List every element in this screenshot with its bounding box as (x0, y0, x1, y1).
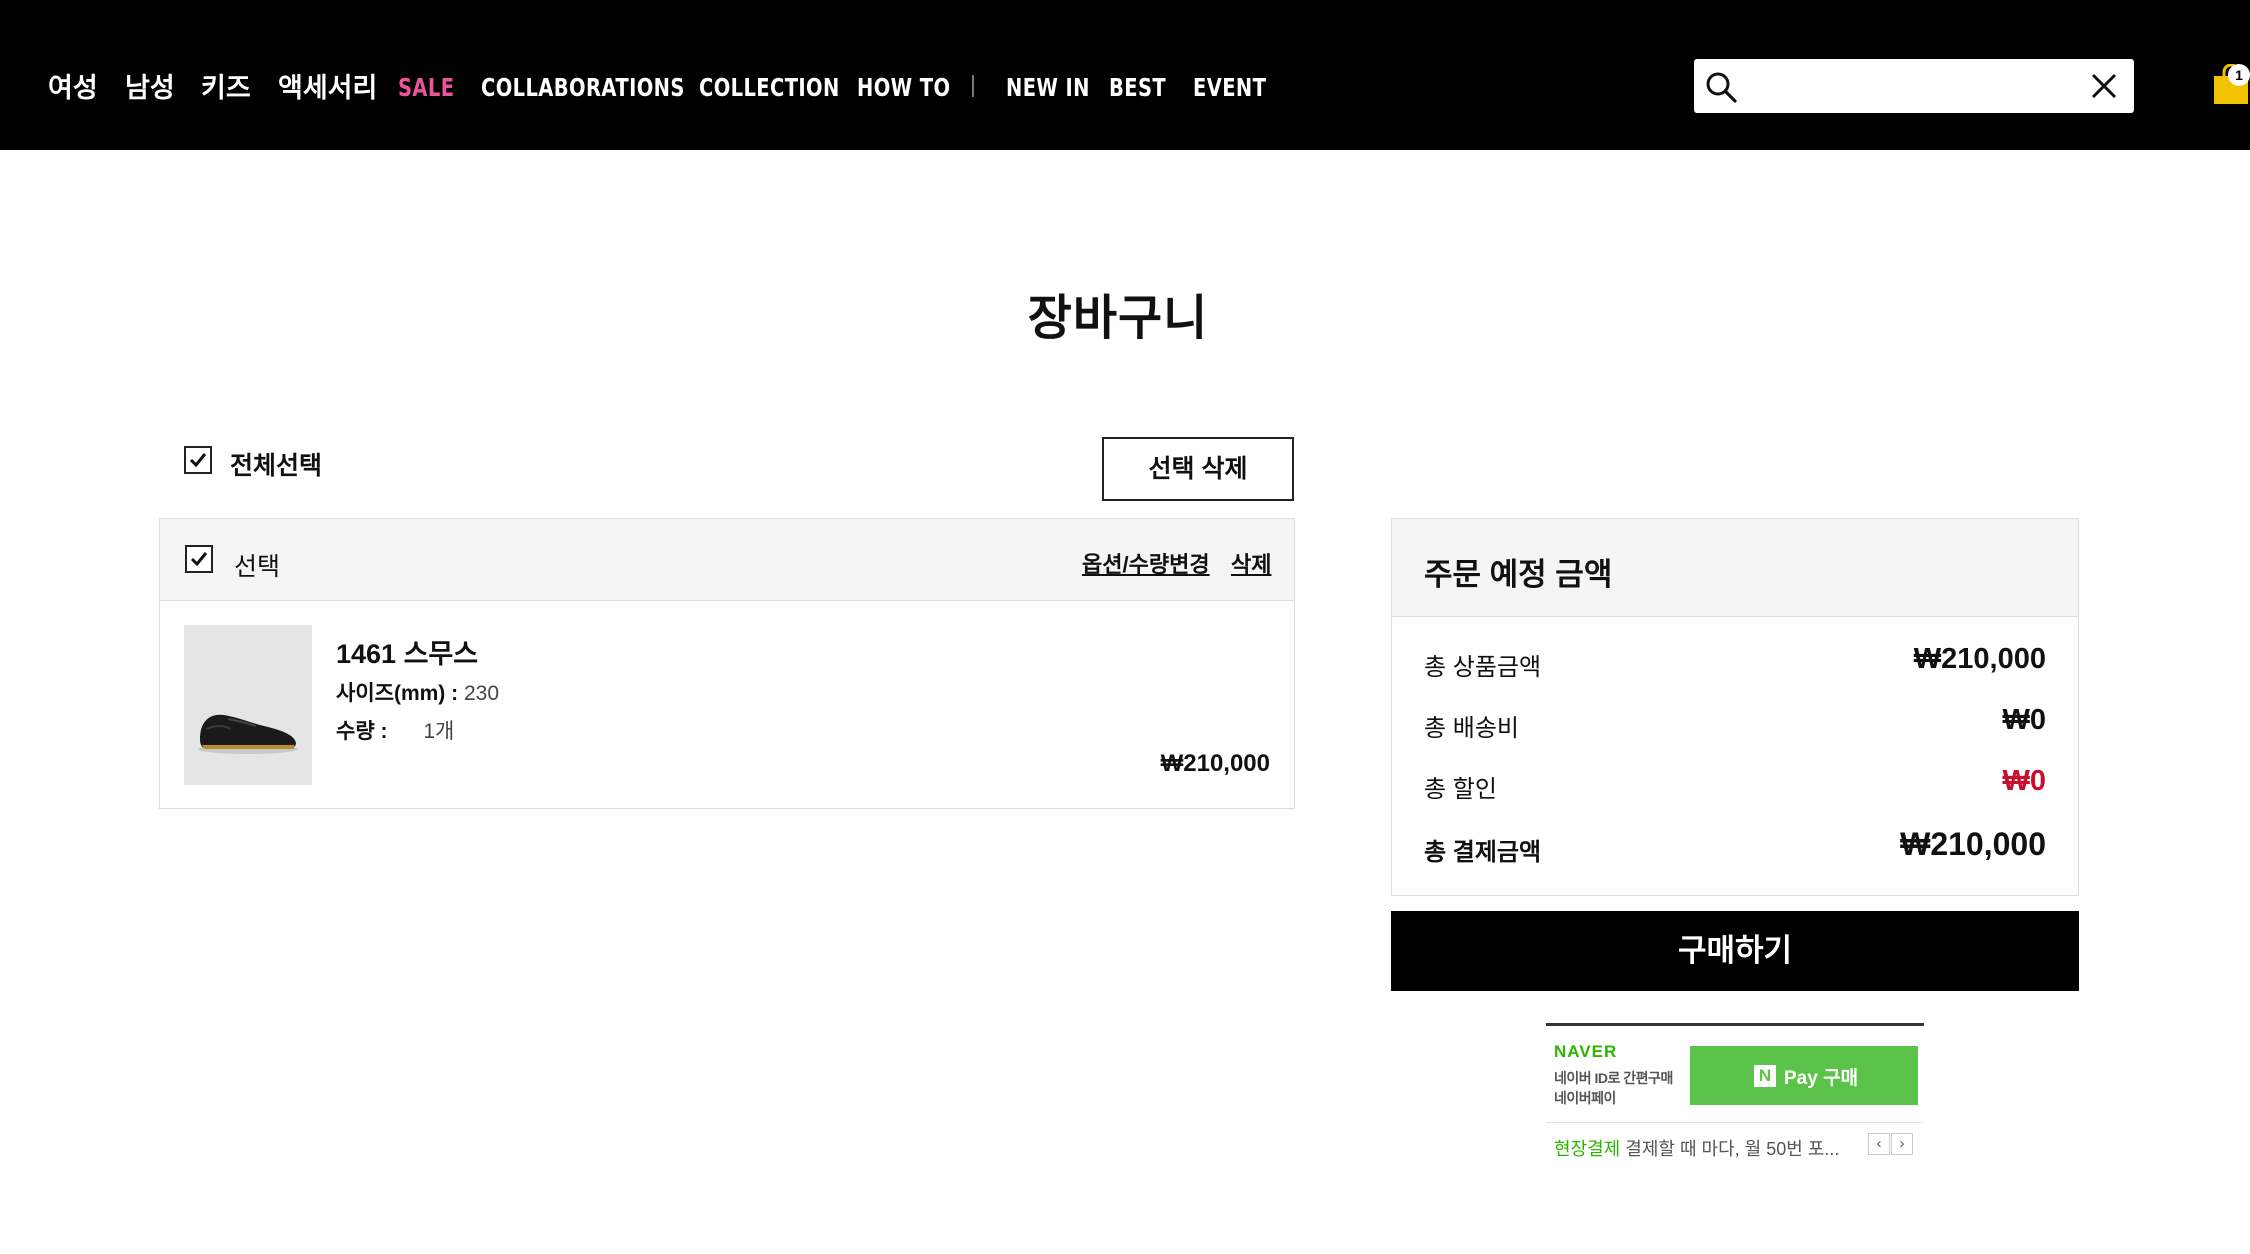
total-label: 총 결제금액 (1424, 839, 1542, 866)
subtotal-value: ₩210,000 (1913, 643, 2046, 675)
nav-item-kids[interactable]: 키즈 (201, 64, 251, 112)
nav-item-sale[interactable]: SALE (398, 64, 454, 112)
promo-highlight: 현장결제 (1554, 1139, 1621, 1159)
select-all-label: 전체선택 (230, 452, 323, 480)
naver-n-icon: N (1754, 1065, 1776, 1087)
promo-next-button[interactable]: › (1891, 1133, 1913, 1155)
search-box (1694, 59, 2134, 113)
naver-pay-name: 네이버페이 (1554, 1090, 1616, 1106)
nav-item-accessories[interactable]: 액세서리 (278, 64, 377, 112)
nav-item-collection[interactable]: COLLECTION (699, 64, 840, 112)
product-thumbnail[interactable] (184, 625, 312, 785)
naver-pay-divider (1546, 1122, 1924, 1123)
search-icon[interactable] (1704, 70, 1738, 104)
nav-item-men[interactable]: 남성 (125, 64, 175, 112)
discount-label: 총 할인 (1424, 776, 1497, 803)
select-all-checkbox[interactable] (184, 446, 212, 474)
naver-pay-button-label: Pay 구매 (1784, 1068, 1859, 1089)
cart-item-header: 선택 옵션/수량변경 삭제 (160, 519, 1294, 601)
total-value: ₩210,000 (1900, 826, 2046, 862)
top-navigation-bar: 여성 남성 키즈 액세서리 SALE COLLABORATIONS COLLEC… (0, 0, 2250, 150)
product-name[interactable]: 1461 스무스 (336, 632, 478, 671)
nav-item-event[interactable]: EVENT (1193, 64, 1266, 112)
order-summary-header: 주문 예정 금액 (1392, 519, 2078, 617)
purchase-button[interactable]: 구매하기 (1391, 911, 2079, 991)
item-delete-link[interactable]: 삭제 (1231, 547, 1271, 579)
cart-item: 선택 옵션/수량변경 삭제 1461 스무스 사이즈(mm) : 230 수량 … (159, 518, 1295, 809)
naver-pay-description: 네이버 ID로 간편구매 (1554, 1070, 1673, 1086)
naver-logo: NAVER (1554, 1042, 1618, 1061)
close-icon[interactable] (2090, 72, 2118, 100)
size-option: 사이즈(mm) : 230 (336, 677, 499, 707)
order-summary: 주문 예정 금액 총 상품금액 ₩210,000 총 배송비 ₩0 총 할인 ₩… (1391, 518, 2079, 896)
nav-item-collaborations[interactable]: COLLABORATIONS (481, 64, 685, 112)
naver-pay-button[interactable]: N Pay 구매 (1690, 1046, 1918, 1105)
shipping-value: ₩0 (2002, 704, 2047, 736)
discount-value: ₩0 (2002, 765, 2047, 797)
checkmark-icon (190, 552, 208, 567)
subtotal-label: 총 상품금액 (1424, 654, 1542, 681)
quantity-value: 1개 (423, 720, 455, 743)
nav-item-new-in[interactable]: NEW IN (1006, 64, 1090, 112)
naver-pay-promo[interactable]: 현장결제 결제할 때 마다, 월 50번 포... (1554, 1135, 1839, 1161)
quantity-option: 수량 : 1개 (336, 715, 454, 745)
black-leather-shoe-icon (198, 714, 298, 754)
delete-selected-button[interactable]: 선택 삭제 (1102, 437, 1294, 501)
size-label: 사이즈(mm) : (336, 682, 459, 705)
cart-count-badge: 1 (2228, 64, 2250, 86)
quantity-label: 수량 : (336, 720, 388, 743)
nav-item-how-to[interactable]: HOW TO (857, 64, 950, 112)
promo-text: 결제할 때 마다, 월 50번 포... (1625, 1139, 1840, 1159)
order-summary-title: 주문 예정 금액 (1424, 557, 1613, 592)
size-value: 230 (463, 682, 500, 705)
option-change-link[interactable]: 옵션/수량변경 (1082, 547, 1210, 579)
checkmark-icon (189, 453, 207, 468)
shipping-label: 총 배송비 (1424, 715, 1519, 742)
item-price: ₩210,000 (1160, 750, 1270, 777)
promo-prev-button[interactable]: ‹ (1868, 1133, 1890, 1155)
nav-item-women[interactable]: 여성 (48, 64, 98, 112)
item-select-label: 선택 (234, 553, 281, 581)
naver-pay-widget: NAVER 네이버 ID로 간편구매 네이버페이 N Pay 구매 현장결제 결… (1546, 1023, 1924, 1159)
search-input[interactable] (1750, 67, 2054, 107)
page-title: 장바구니 (1027, 292, 1209, 345)
item-select-checkbox[interactable] (185, 545, 213, 573)
nav-item-best[interactable]: BEST (1109, 64, 1166, 112)
nav-divider (972, 75, 974, 97)
